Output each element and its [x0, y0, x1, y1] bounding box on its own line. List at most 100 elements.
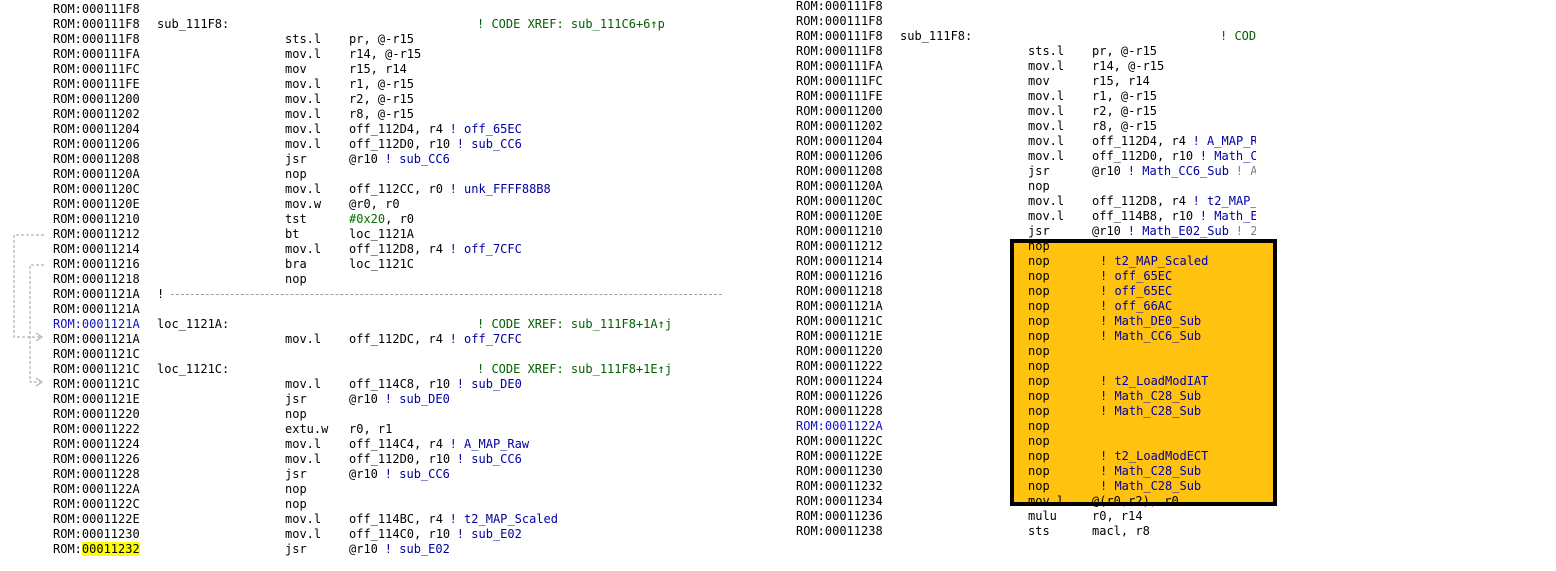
inline-comment[interactable]: ! t2_LoadModECT	[1100, 449, 1208, 464]
address[interactable]: ROM:00011230	[53, 527, 140, 542]
address[interactable]: ROM:0001121A	[53, 302, 140, 317]
mnemonic[interactable]: extu.w	[285, 422, 328, 437]
address[interactable]: ROM:00011234	[796, 494, 883, 509]
operands[interactable]: off_114B8, r10	[1092, 209, 1193, 224]
operands[interactable]: r15, r14	[1092, 74, 1150, 89]
address[interactable]: ROM:0001121A	[796, 299, 883, 314]
inline-comment[interactable]: ! Math_DE0_Sub	[1100, 314, 1201, 329]
mnemonic[interactable]: mov.l	[285, 512, 321, 527]
mnemonic[interactable]: jsr	[285, 152, 307, 167]
listing-row[interactable]: •ROM:00011234mov.l@(r0,r2), r0	[790, 494, 1256, 509]
address[interactable]: ROM:00011214	[53, 242, 140, 257]
address[interactable]: ROM:000111FA	[796, 59, 883, 74]
inline-comment[interactable]: ! Math_C28_Sub	[1100, 464, 1201, 479]
listing-row[interactable]: •ROM:00011206mov.loff_112D0, r10! sub_CC…	[50, 137, 722, 152]
mnemonic[interactable]: nop	[285, 407, 307, 422]
address[interactable]: ROM:00011218	[53, 272, 140, 287]
mnemonic[interactable]: mov.w	[285, 197, 321, 212]
mnemonic[interactable]: sts.l	[285, 32, 321, 47]
mnemonic[interactable]: mov.l	[1028, 104, 1064, 119]
operands[interactable]: off_114C4, r4	[349, 437, 443, 452]
listing-row[interactable]: •ROM:0001122Cnop	[50, 497, 722, 512]
mnemonic[interactable]: nop	[1028, 449, 1050, 464]
operands[interactable]: pr, @-r15	[1092, 44, 1157, 59]
right-disassembly-listing[interactable]: ROM:000111F8 ROM:000111F8 ROM:000111F8 sub_…	[790, 0, 1256, 568]
address[interactable]: ROM:00011200	[53, 92, 140, 107]
address[interactable]: ROM:00011228	[53, 467, 140, 482]
address[interactable]: ROM:00011222	[796, 359, 883, 374]
code-xref[interactable]: ! CODE XREF: sub_111F8+1A↑j	[477, 317, 672, 332]
inline-comment[interactable]: ! off_7CFC	[450, 242, 522, 257]
inline-comment[interactable]: ! A_MAP_Raw	[450, 437, 529, 452]
inline-comment[interactable]: ! off_65EC	[1100, 284, 1172, 299]
address[interactable]: ROM:000111F8	[796, 44, 883, 59]
operands[interactable]: r15, r14	[349, 62, 407, 77]
operands[interactable]: @r10	[1092, 224, 1121, 239]
inline-comment[interactable]: ! off_65EC	[450, 122, 522, 137]
listing-row[interactable]: •ROM:000111FCmovr15, r14	[50, 62, 722, 77]
address[interactable]: ROM:0001120C	[53, 182, 140, 197]
listing-row[interactable]: •ROM:00011214nop! t2_MAP_Scaled	[790, 254, 1256, 269]
address[interactable]: ROM:00011204	[796, 134, 883, 149]
address[interactable]: ROM:00011226	[796, 389, 883, 404]
inline-comment[interactable]: ! Math_CC6_Sub	[1100, 329, 1201, 344]
mnemonic[interactable]: mov.l	[1028, 209, 1064, 224]
mnemonic[interactable]: sts	[1028, 524, 1050, 539]
operands[interactable]: r0, r1	[349, 422, 392, 437]
inline-comment[interactable]: ! t2_MAP_Scaled	[1193, 194, 1256, 209]
code-xref[interactable]: ! CODE XREF: sub_111C6+6↑p	[477, 17, 665, 32]
listing-row[interactable]: •ROM:00011216braloc_1121C	[50, 257, 722, 272]
address[interactable]: ROM:0001121A	[53, 332, 140, 347]
mnemonic[interactable]: mov.l	[285, 47, 321, 62]
operands[interactable]: r8, @-r15	[349, 107, 414, 122]
listing-row[interactable]: •ROM:000111FEmov.lr1, @-r15	[790, 89, 1256, 104]
listing-row[interactable]: •ROM:00011238stsmacl, r8	[790, 524, 1256, 539]
listing-row[interactable]: •ROM:00011212nop	[790, 239, 1256, 254]
address[interactable]: ROM:000111F8	[53, 2, 140, 17]
address[interactable]: ROM:000111FE	[796, 89, 883, 104]
listing-row[interactable]: ROM:000111F8	[790, 14, 1256, 29]
operands[interactable]: @r0, r0	[349, 197, 400, 212]
listing-row[interactable]: •ROM:0001120Anop	[790, 179, 1256, 194]
address[interactable]: ROM:00011218	[796, 284, 883, 299]
operands[interactable]: off_112D8, r4	[1092, 194, 1186, 209]
operands[interactable]: r14, @-r15	[1092, 59, 1164, 74]
inline-comment[interactable]: ! sub_CC6	[385, 152, 450, 167]
operands[interactable]: #0x20, r0	[349, 212, 414, 227]
listing-row[interactable]: •ROM:00011216nop! off_65EC	[790, 269, 1256, 284]
address[interactable]: ROM:000111FC	[53, 62, 140, 77]
listing-row[interactable]: •ROM:00011220nop	[790, 344, 1256, 359]
address[interactable]: ROM:00011232	[53, 542, 140, 557]
address[interactable]: ROM:00011212	[53, 227, 140, 242]
listing-row[interactable]: •ROM:000111FEmov.lr1, @-r15	[50, 77, 722, 92]
mnemonic[interactable]: mov.l	[1028, 119, 1064, 134]
address[interactable]: ROM:0001121E	[53, 392, 140, 407]
inline-comment[interactable]: ! sub_DE0	[457, 377, 522, 392]
code-xref[interactable]: ! CODE XREF: sub_111F8+1E↑j	[477, 362, 672, 377]
address[interactable]: ROM:00011220	[53, 407, 140, 422]
address[interactable]: ROM:000111FE	[53, 77, 140, 92]
operands[interactable]: off_112D0, r10	[349, 452, 450, 467]
address[interactable]: ROM:00011210	[53, 212, 140, 227]
address[interactable]: ROM:00011208	[796, 164, 883, 179]
address[interactable]: ROM:0001121C	[53, 377, 140, 392]
listing-row[interactable]: •ROM:00011230nop! Math_C28_Sub	[790, 464, 1256, 479]
mnemonic[interactable]: nop	[1028, 284, 1050, 299]
operands[interactable]: @r10	[349, 152, 378, 167]
mnemonic[interactable]: mov.l	[285, 242, 321, 257]
operands[interactable]: off_112DC, r4	[349, 332, 443, 347]
listing-row[interactable]: ROM:000111F8 sub_111F8: ! CODE XREF: sub_1…	[790, 29, 1256, 44]
mnemonic[interactable]: mov.l	[285, 92, 321, 107]
mnemonic[interactable]: mov.l	[285, 137, 321, 152]
listing-row[interactable]: •ROM:00011208jsr@r10! sub_CC6	[50, 152, 722, 167]
address[interactable]: ROM:0001121E	[796, 329, 883, 344]
operands[interactable]: @r10	[349, 467, 378, 482]
address[interactable]: ROM:00011226	[53, 452, 140, 467]
listing-row[interactable]: ROM:0001121C loc_1121C: ! CODE XREF: sub_1…	[50, 362, 722, 377]
mnemonic[interactable]: mov.l	[285, 182, 321, 197]
operands[interactable]: r8, @-r15	[1092, 119, 1157, 134]
mnemonic[interactable]: nop	[285, 482, 307, 497]
mnemonic[interactable]: mov.l	[285, 437, 321, 452]
mnemonic[interactable]: mov.l	[285, 332, 321, 347]
listing-row[interactable]: ROM:0001121C	[50, 347, 722, 362]
